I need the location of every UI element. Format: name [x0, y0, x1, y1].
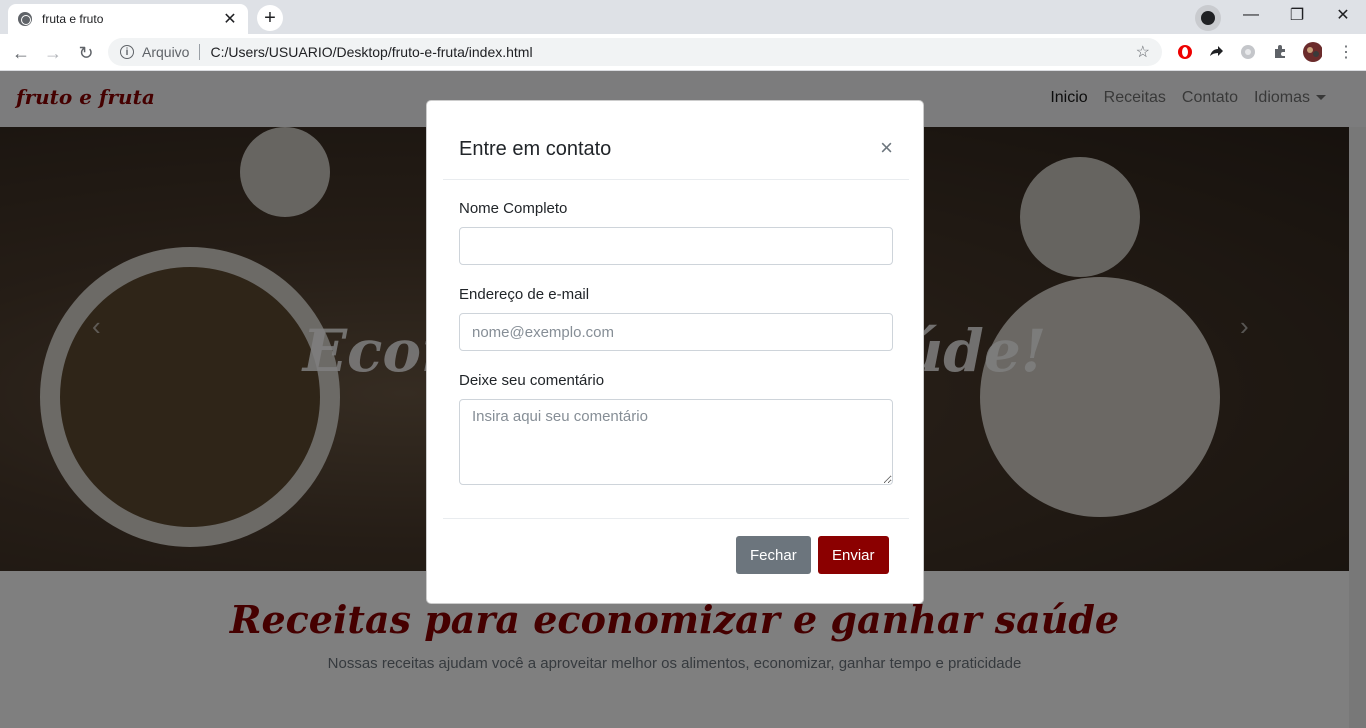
info-icon[interactable]: i	[120, 45, 134, 59]
modal-footer: Fechar Enviar	[443, 518, 909, 604]
page-viewport: fruto e fruta Inicio Receitas Contato Id…	[0, 71, 1366, 728]
bookmark-star-icon[interactable]: ☆	[1136, 42, 1150, 62]
close-window-icon[interactable]: ✕	[1320, 0, 1366, 30]
modal-title: Entre em contato	[459, 138, 612, 160]
menu-dots-icon[interactable]: ⋮	[1336, 42, 1356, 62]
url-text[interactable]: C:/Users/USUARIO/Desktop/fruto-e-fruta/i…	[210, 44, 1135, 60]
maximize-icon[interactable]: ❐	[1274, 0, 1320, 30]
tab-title: fruta e fruto	[42, 12, 104, 26]
omnibox-divider	[199, 44, 201, 60]
browser-tabbar: fruta e fruto ✕ + — ❐ ✕	[0, 0, 1366, 34]
address-bar[interactable]: i Arquivo C:/Users/USUARIO/Desktop/fruto…	[108, 38, 1162, 66]
send-button[interactable]: Enviar	[818, 536, 889, 574]
avatar-icon[interactable]	[1302, 42, 1322, 62]
puzzle-icon[interactable]	[1270, 42, 1290, 62]
minimize-icon[interactable]: —	[1228, 0, 1274, 30]
new-tab-button[interactable]: +	[257, 5, 283, 31]
contact-modal: Entre em contato × Nome Completo Endereç…	[426, 100, 924, 604]
modal-header: Entre em contato ×	[443, 101, 909, 180]
name-field[interactable]	[459, 227, 893, 265]
extension-gray-icon[interactable]	[1238, 42, 1258, 62]
name-label: Nome Completo	[459, 200, 568, 217]
comment-field[interactable]	[459, 399, 893, 485]
back-icon[interactable]: ←	[8, 40, 34, 66]
close-button[interactable]: Fechar	[736, 536, 811, 574]
email-label: Endereço de e-mail	[459, 286, 590, 303]
globe-icon	[18, 12, 32, 26]
close-icon[interactable]: ×	[880, 135, 893, 161]
email-field[interactable]	[459, 313, 893, 351]
browser-tab[interactable]: fruta e fruto ✕	[8, 4, 248, 34]
comment-label: Deixe seu comentário	[459, 372, 605, 389]
media-control-icon[interactable]	[1195, 5, 1221, 31]
omnibox-label: Arquivo	[142, 44, 190, 60]
reload-icon[interactable]: ↻	[73, 40, 99, 66]
browser-toolbar: ← → ↻ i Arquivo C:/Users/USUARIO/Desktop…	[0, 34, 1366, 71]
forward-icon[interactable]: →	[40, 40, 66, 66]
share-icon[interactable]	[1206, 42, 1226, 62]
tab-close-icon[interactable]: ✕	[222, 9, 238, 29]
opera-icon[interactable]	[1175, 42, 1195, 62]
